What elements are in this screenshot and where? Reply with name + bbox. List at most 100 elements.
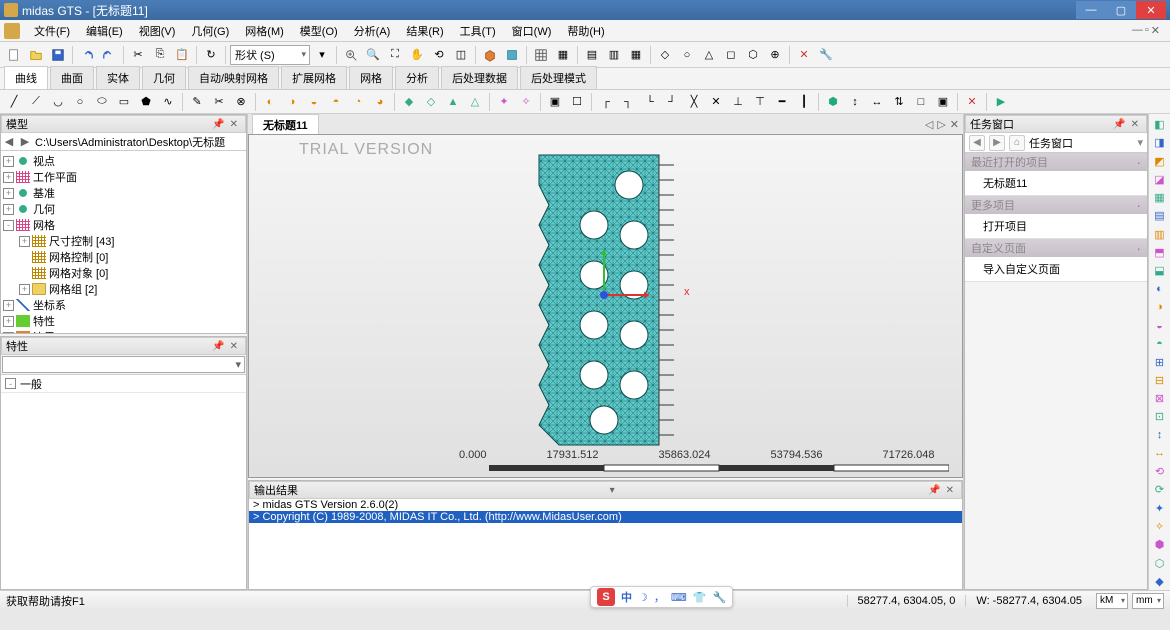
arc-icon[interactable]: ◡ — [48, 92, 68, 112]
view-tool-4[interactable]: ▦ — [1151, 189, 1169, 206]
shape-dropdown[interactable]: 形状 (S) — [230, 45, 310, 65]
tree-fwd[interactable]: ▶ — [17, 135, 33, 148]
line-icon[interactable]: ╱ — [4, 92, 24, 112]
ime-toolbar[interactable]: S 中 ☽ ， ⌨ 👕 🔧 — [590, 586, 733, 608]
zoom-fit-icon[interactable]: ⛶ — [385, 45, 405, 65]
view-tool-5[interactable]: ▤ — [1151, 207, 1169, 224]
x4-icon[interactable]: ⇅ — [889, 92, 909, 112]
view-tool-10[interactable]: ◑ — [1151, 299, 1169, 316]
tab-solid[interactable]: 实体 — [96, 66, 140, 89]
maximize-button[interactable]: ▢ — [1106, 1, 1136, 19]
ime-cloud-icon[interactable]: 👕 — [693, 591, 707, 604]
x5-icon[interactable]: □ — [911, 92, 931, 112]
tree-node[interactable]: +几何 — [3, 201, 244, 217]
circle-icon[interactable]: ○ — [70, 92, 90, 112]
doc-next[interactable]: ▷ — [937, 118, 945, 131]
tab-postdata[interactable]: 后处理数据 — [441, 66, 518, 89]
c5-icon[interactable]: ◔ — [348, 92, 368, 112]
menu-view[interactable]: 视图(V) — [131, 21, 184, 41]
edit1-icon[interactable]: ✎ — [187, 92, 207, 112]
snap5-icon[interactable]: ⬡ — [743, 45, 763, 65]
task-section-header[interactable]: 最近打开的项目 — [965, 153, 1147, 171]
view-tool-19[interactable]: ⟲ — [1151, 463, 1169, 480]
edit3-icon[interactable]: ⊗ — [231, 92, 251, 112]
menu-geometry[interactable]: 几何(G) — [183, 21, 237, 41]
view-tool-12[interactable]: ◓ — [1151, 335, 1169, 352]
view-front-icon[interactable] — [502, 45, 522, 65]
view-tool-21[interactable]: ✦ — [1151, 500, 1169, 517]
view-tool-7[interactable]: ⬒ — [1151, 244, 1169, 261]
task-item[interactable]: 无标题11 — [965, 171, 1147, 195]
pin-icon[interactable]: 📌 — [926, 485, 942, 496]
c6-icon[interactable]: ◕ — [370, 92, 390, 112]
view-tool-0[interactable]: ◧ — [1151, 116, 1169, 133]
view-tool-9[interactable]: ◐ — [1151, 280, 1169, 297]
task-item[interactable]: 打开项目 — [965, 214, 1147, 238]
tree-node[interactable]: +坐标系 — [3, 297, 244, 313]
redo-button[interactable] — [99, 45, 119, 65]
mesh2-icon[interactable]: ▥ — [604, 45, 624, 65]
snap6-icon[interactable]: ⊕ — [765, 45, 785, 65]
task-home[interactable]: ⌂ — [1009, 135, 1025, 151]
delete-icon[interactable]: ✕ — [794, 45, 814, 65]
ime-moon-icon[interactable]: ☽ — [638, 591, 648, 604]
copy-button[interactable]: ⎘ — [150, 45, 170, 65]
view-tool-1[interactable]: ◨ — [1151, 134, 1169, 151]
snap3-icon[interactable]: △ — [699, 45, 719, 65]
menu-analysis[interactable]: 分析(A) — [346, 21, 399, 41]
view-tool-18[interactable]: ↔ — [1151, 445, 1169, 462]
m9-icon[interactable]: ━ — [772, 92, 792, 112]
x3-icon[interactable]: ↔ — [867, 92, 887, 112]
pin-icon[interactable]: 📌 — [210, 341, 226, 352]
open-button[interactable] — [26, 45, 46, 65]
close-icon[interactable]: ✕ — [227, 341, 241, 352]
s3-icon[interactable]: ▲ — [443, 92, 463, 112]
play-icon[interactable]: ▶ — [991, 92, 1011, 112]
tree-node[interactable]: -网格 — [3, 217, 244, 233]
task-nav-dd[interactable]: ▾ — [1137, 136, 1143, 149]
ime-s-icon[interactable]: S — [597, 588, 615, 606]
menu-edit[interactable]: 编辑(E) — [78, 21, 131, 41]
undo-button[interactable] — [77, 45, 97, 65]
view-tool-22[interactable]: ✧ — [1151, 518, 1169, 535]
snap2-icon[interactable]: ○ — [677, 45, 697, 65]
edit2-icon[interactable]: ✂ — [209, 92, 229, 112]
mdi-close[interactable]: ✕ — [1151, 24, 1160, 37]
save-button[interactable] — [48, 45, 68, 65]
tree-node[interactable]: +网格组 [2] — [3, 281, 244, 297]
task-item[interactable]: 导入自定义页面 — [965, 257, 1147, 281]
tab-geometry[interactable]: 几何 — [142, 66, 186, 89]
poly-icon[interactable]: ⬟ — [136, 92, 156, 112]
new-button[interactable] — [4, 45, 24, 65]
snap4-icon[interactable]: ◻ — [721, 45, 741, 65]
view-tool-14[interactable]: ⊟ — [1151, 372, 1169, 389]
tab-extmesh[interactable]: 扩展网格 — [281, 66, 347, 89]
minimize-button[interactable]: — — [1076, 1, 1106, 19]
view-tool-6[interactable]: ▥ — [1151, 226, 1169, 243]
tree-node[interactable]: 网格对象 [0] — [3, 265, 244, 281]
x6-icon[interactable]: ▣ — [933, 92, 953, 112]
view-tool-20[interactable]: ⟳ — [1151, 481, 1169, 498]
p1-icon[interactable]: ✦ — [494, 92, 514, 112]
pin-icon[interactable]: 📌 — [210, 119, 226, 130]
m10-icon[interactable]: ┃ — [794, 92, 814, 112]
document-tab[interactable]: 无标题11 — [252, 114, 319, 135]
c3-icon[interactable]: ◒ — [304, 92, 324, 112]
status-unit2[interactable]: mm — [1132, 593, 1164, 609]
ime-punct-icon[interactable]: ， — [654, 589, 665, 605]
menu-window[interactable]: 窗口(W) — [504, 21, 560, 41]
pin-icon[interactable]: 📌 — [1111, 119, 1127, 130]
m3-icon[interactable]: └ — [640, 92, 660, 112]
tree-back[interactable]: ◀ — [1, 135, 17, 148]
shape-edit-icon[interactable]: ▾ — [312, 45, 332, 65]
close-icon[interactable]: ✕ — [943, 485, 957, 496]
output-body[interactable]: > midas GTS Version 2.6.0(2)> Copyright … — [249, 499, 962, 589]
mesh3-icon[interactable]: ▦ — [626, 45, 646, 65]
tree-node[interactable]: +尺寸控制 [43] — [3, 233, 244, 249]
del2-icon[interactable]: ✕ — [962, 92, 982, 112]
mdi-minimize[interactable]: — — [1132, 24, 1143, 37]
ime-wrench-icon[interactable]: 🔧 — [712, 591, 726, 604]
tree-node[interactable]: +特性 — [3, 313, 244, 329]
spline-icon[interactable]: ∿ — [158, 92, 178, 112]
paste-button[interactable]: 📋 — [172, 45, 192, 65]
